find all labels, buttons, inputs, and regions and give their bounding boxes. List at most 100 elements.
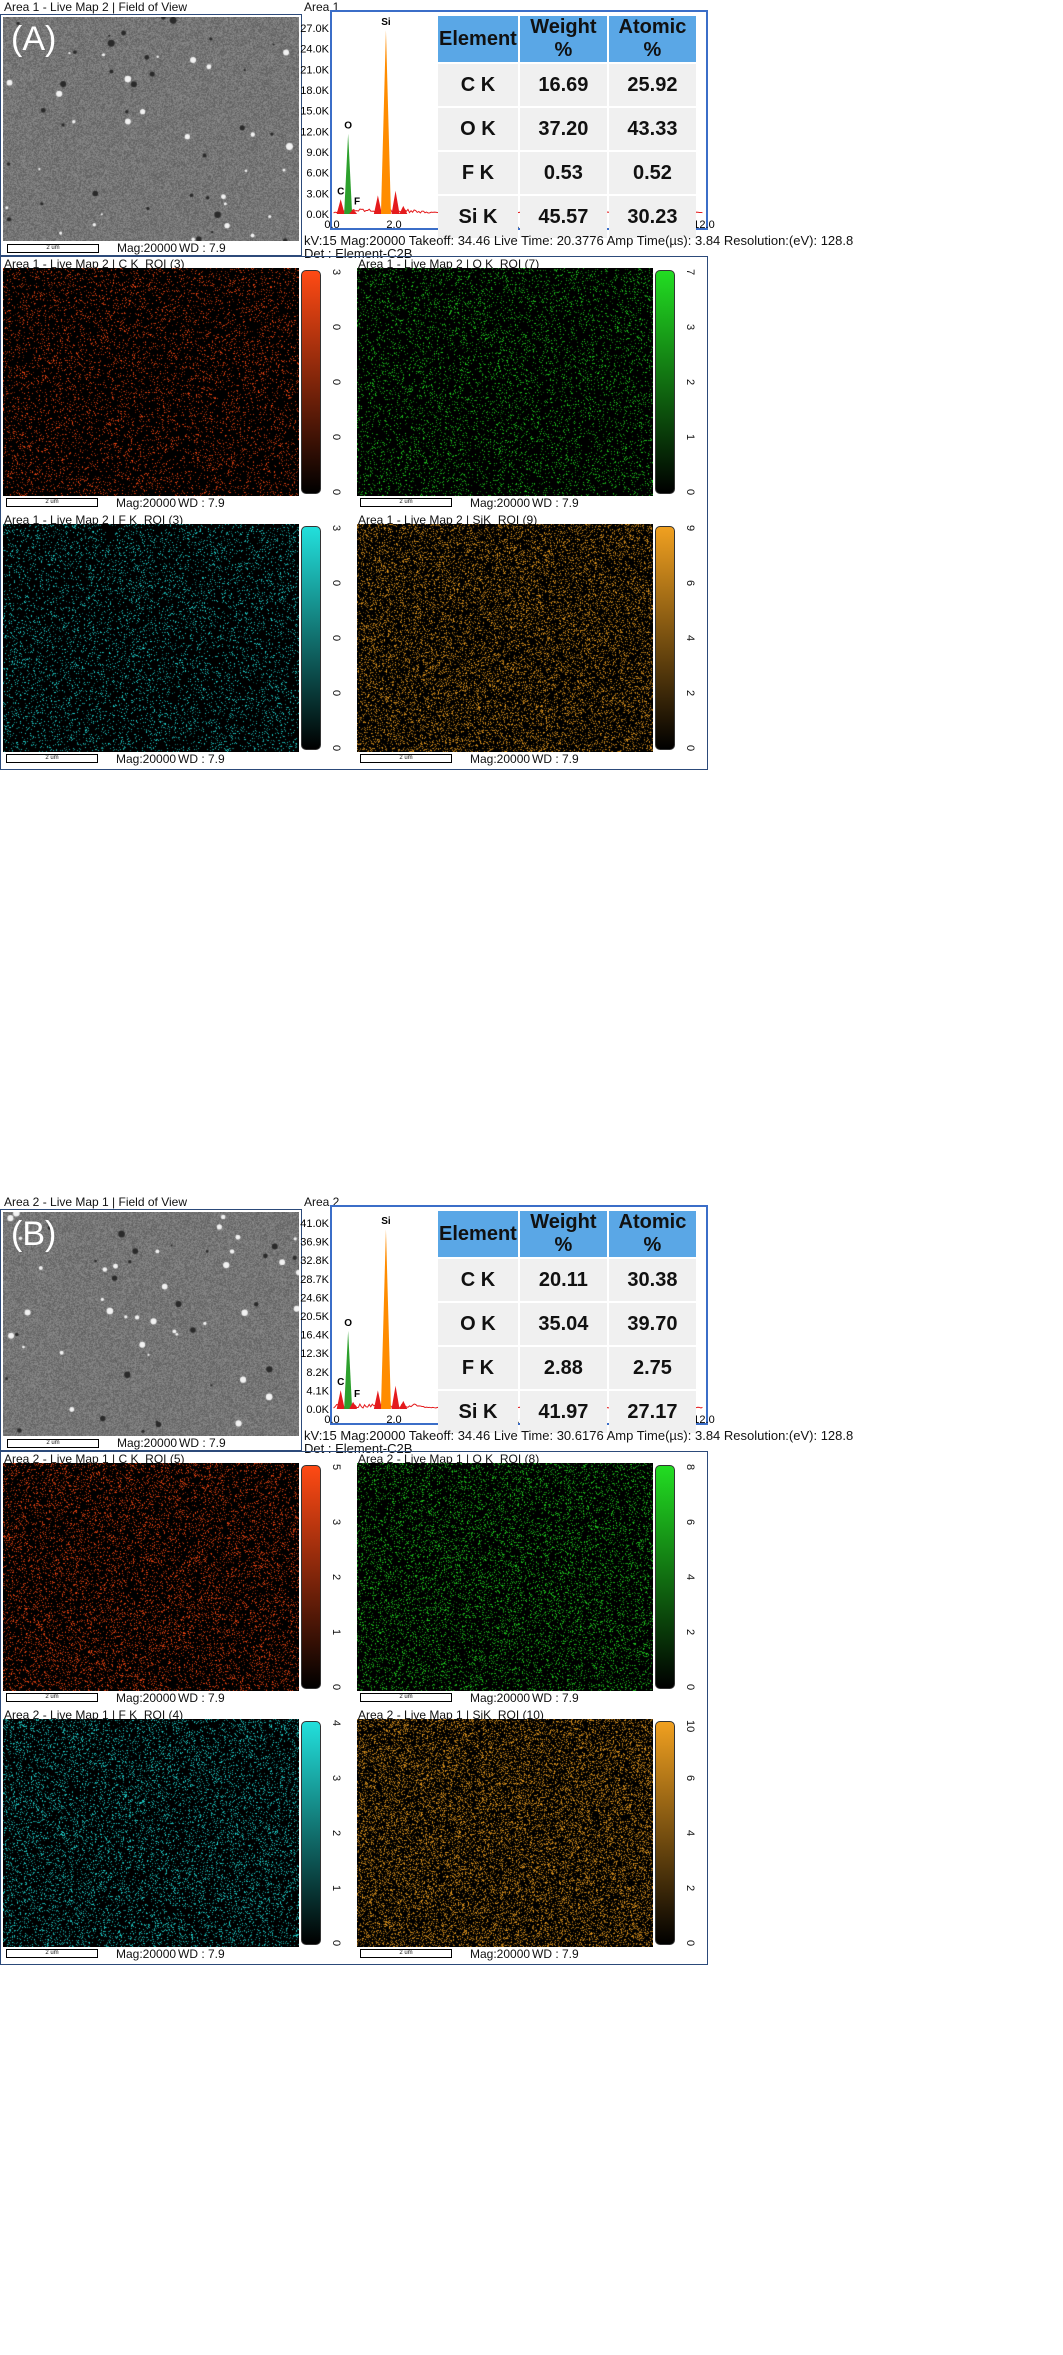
table-row: C K 20.11 30.38 <box>438 1259 696 1301</box>
spectrum-peak-si <box>380 1229 391 1409</box>
colorbar-tick: 0 <box>330 635 342 642</box>
panel-letter: (B) <box>11 1215 57 1253</box>
colorbar-tick: 0 <box>684 1940 696 1947</box>
x-tick-label: 0.0 <box>324 1414 339 1426</box>
colorbar-tick: 0 <box>330 580 342 587</box>
table-header-cell: Element <box>438 1211 518 1257</box>
element-map: Area 2 - Live Map 1 | C K_ROI (5) 5 3 2 1 0 2 … <box>0 1451 354 1707</box>
map-image <box>3 1719 299 1947</box>
map-colorbar <box>655 1721 675 1945</box>
map-wd: WD : 7.9 <box>532 752 579 766</box>
table-cell: 2.88 <box>519 1347 607 1389</box>
table-cell: 16.69 <box>519 64 607 106</box>
y-tick-label: 18.0K <box>300 85 329 97</box>
scale-bar-label: 2 um <box>399 1694 413 1700</box>
map-canvas <box>357 268 653 496</box>
colorbar-tick: 6 <box>684 1775 696 1782</box>
table-cell: 39.70 <box>608 1303 696 1345</box>
map-colorbar <box>301 1721 321 1945</box>
table-header-cell: Atomic % <box>608 1211 696 1257</box>
y-tick-label: 20.5K <box>300 1311 329 1323</box>
table-header-cell: Weight % <box>519 1211 607 1257</box>
y-tick-label: 41.0K <box>300 1218 329 1230</box>
map-canvas <box>357 524 653 752</box>
composition-table: Element Weight % Atomic % C K 16.69 25.92 O K3… <box>436 14 698 240</box>
colorbar-tick: 3 <box>330 1775 342 1782</box>
colorbar-tick: 2 <box>684 1885 696 1892</box>
colorbar-tick: 7 <box>684 269 696 276</box>
table-row: Si K 41.97 27.17 <box>438 1391 696 1433</box>
spectrum-peak-label: Si <box>381 1216 391 1227</box>
table-header-row: Element Weight % Atomic % <box>438 16 696 62</box>
spectrum-peak-label: Si <box>381 17 391 28</box>
table-cell: 45.57 <box>519 196 607 238</box>
y-tick-label: 4.1K <box>306 1385 329 1397</box>
map-wd: WD : 7.9 <box>532 1691 579 1705</box>
table-cell: Si K <box>438 1391 518 1433</box>
colorbar-tick: 4 <box>330 1720 342 1727</box>
y-tick-label: 32.8K <box>300 1255 329 1267</box>
y-tick-label: 27.0K <box>300 23 329 35</box>
map-mag: Mag:20000 <box>116 496 177 510</box>
scale-bar: 2 um <box>6 498 98 507</box>
spectrum-peak-o <box>344 1330 353 1409</box>
y-tick-label: 36.9K <box>300 1237 329 1249</box>
x-tick-label: 2.0 <box>386 1414 401 1426</box>
element-map: Area 2 - Live Map 1 | F K_ROI (4) 4 3 2 1 0 2 … <box>0 1707 354 1963</box>
colorbar-tick: 1 <box>330 1885 342 1892</box>
spectrum-peak-label: F <box>354 1389 360 1400</box>
colorbar-tick: 0 <box>330 745 342 752</box>
y-tick-label: 6.0K <box>306 168 329 180</box>
map-image <box>357 1463 653 1691</box>
y-tick-label: 12.3K <box>300 1348 329 1360</box>
map-image <box>357 1719 653 1947</box>
table-cell: O K <box>438 108 518 150</box>
map-mag: Mag:20000 <box>470 1691 531 1705</box>
table-header-cell: Weight % <box>519 16 607 62</box>
map-image <box>3 524 299 752</box>
scale-bar: 2 um <box>6 754 98 763</box>
fov-wd: WD : 7.9 <box>179 1436 226 1450</box>
element-map: Area 1 - Live Map 2 | C K_ROI (3) 3 0 0 0 0 2 … <box>0 256 354 512</box>
map-colorbar <box>655 1465 675 1689</box>
map-mag: Mag:20000 <box>470 496 531 510</box>
colorbar-tick: 4 <box>684 1574 696 1581</box>
colorbar-tick: 0 <box>684 1684 696 1691</box>
y-tick-label: 3.0K <box>306 188 329 200</box>
scale-bar: 2 um <box>360 1693 452 1702</box>
table-cell: 25.92 <box>608 64 696 106</box>
map-mag: Mag:20000 <box>116 1691 177 1705</box>
spectrum-minor-peak <box>391 190 400 214</box>
scale-bar-label: 2 um <box>399 755 413 761</box>
spectrum-peak-si <box>380 30 391 214</box>
scale-bar: 2 um <box>7 1439 99 1448</box>
element-map: Area 1 - Live Map 2 | O K_ROI (7) 7 3 2 1 0 2 … <box>354 256 708 512</box>
scale-bar: 2 um <box>360 1949 452 1958</box>
spectrum-peak-label: C <box>337 1377 344 1388</box>
map-canvas <box>357 1719 653 1947</box>
table-cell: 27.17 <box>608 1391 696 1433</box>
table-row: O K 37.20 43.33 <box>438 108 696 150</box>
y-tick-label: 8.2K <box>306 1367 329 1379</box>
fov-frame: (A) 2 um Mag:20000 WD : 7.9 <box>0 14 302 256</box>
element-map: Area 1 - Live Map 2 | F K_ROI (3) 3 0 0 0 0 2 … <box>0 512 354 768</box>
spectrum-peak-label: F <box>354 196 360 207</box>
colorbar-tick: 5 <box>330 1464 342 1471</box>
scale-bar: 2 um <box>6 1949 98 1958</box>
y-tick-label: 21.0K <box>300 64 329 76</box>
fov-mag: Mag:20000 <box>117 241 178 255</box>
map-canvas <box>3 524 299 752</box>
spectrum-minor-peak <box>373 195 382 214</box>
scale-bar-label: 2 um <box>46 1440 60 1446</box>
colorbar-tick: 2 <box>684 379 696 386</box>
colorbar-tick: 6 <box>684 580 696 587</box>
map-wd: WD : 7.9 <box>532 1947 579 1961</box>
colorbar-tick: 3 <box>684 324 696 331</box>
colorbar-tick: 0 <box>330 1684 342 1691</box>
fov-caption: Area 1 - Live Map 2 | Field of View <box>4 0 187 14</box>
map-image <box>3 268 299 496</box>
spectrum-peak-c <box>336 199 345 214</box>
scale-bar: 2 um <box>360 754 452 763</box>
table-cell: C K <box>438 1259 518 1301</box>
figure-panel-b: Area 2 - Live Map 1 | Field of View (B) 2 … <box>0 1195 1063 2355</box>
